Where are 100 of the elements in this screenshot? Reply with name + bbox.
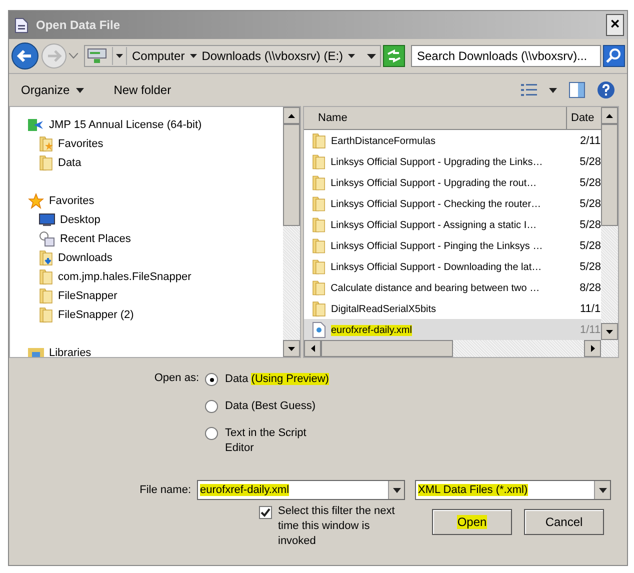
file-row[interactable]: Linksys Official Support - Pinging the Linksys … 5/28 <box>304 235 601 256</box>
radio-button[interactable] <box>205 373 218 386</box>
folder-icon <box>312 300 326 316</box>
file-date: 5/28 <box>578 218 601 230</box>
file-date: 8/28 <box>578 282 601 294</box>
back-icon[interactable] <box>11 42 39 70</box>
star-icon <box>28 192 44 208</box>
file-row[interactable]: Linksys Official Support - Upgrading the rout… 5/28 <box>304 172 601 193</box>
sidebar-item[interactable]: com.jmp.hales.FileSnapper <box>28 267 283 286</box>
file-row[interactable]: Linksys Official Support - Assigning a static I… 5/28 <box>304 214 601 235</box>
radio-button[interactable] <box>205 427 218 440</box>
file-name: Linksys Official Support - Upgrading the rout… <box>330 178 537 188</box>
column-header[interactable]: Date <box>567 107 601 129</box>
window-title: Open Data File <box>36 18 122 32</box>
document-icon <box>15 18 28 32</box>
file-name: Linksys Official Support - Assigning a static I… <box>330 220 537 230</box>
search-button[interactable] <box>603 45 625 67</box>
breadcrumb[interactable]: Downloads (\\vboxsrv) (E:) <box>202 49 344 63</box>
file-row[interactable]: Linksys Official Support - Upgrading the Links… 5/28 <box>304 151 601 172</box>
refresh-icon[interactable] <box>383 45 405 67</box>
scroll-down-icon[interactable] <box>606 330 613 334</box>
sidebar-item[interactable]: Desktop <box>28 210 283 229</box>
caret-icon[interactable] <box>598 488 606 492</box>
caret-icon[interactable] <box>367 54 376 58</box>
sidebar-item[interactable]: FileSnapper (2) <box>28 305 283 324</box>
caret-icon[interactable] <box>348 54 356 58</box>
new-folder-button[interactable]: New folder <box>112 81 174 99</box>
history-caret-icon[interactable] <box>69 53 78 59</box>
cancel-button[interactable]: Cancel <box>524 509 604 535</box>
open-button[interactable]: Open <box>432 509 512 535</box>
file-row[interactable]: Linksys Official Support - Checking the router… 5/28 <box>304 193 601 214</box>
sidebar-item[interactable]: Downloads <box>28 248 283 267</box>
address-field[interactable]: Computer Downloads (\\vboxsrv) (E:) <box>84 45 381 67</box>
help-icon[interactable] <box>597 81 615 99</box>
file-date: 5/28 <box>578 198 601 210</box>
file-name-label: File name: <box>138 484 191 496</box>
file-name: Linksys Official Support - Downloading the lat… <box>330 262 542 272</box>
sidebar-item[interactable]: Favorites <box>28 191 283 210</box>
computer-icon <box>87 48 107 64</box>
file-row[interactable]: eurofxref-daily.xml 1/11 <box>304 319 601 340</box>
sidebar-item[interactable]: Data <box>28 153 283 172</box>
scrollbar[interactable] <box>283 107 300 357</box>
file-name-field[interactable]: eurofxref-daily.xml <box>197 480 405 500</box>
scroll-down-icon[interactable] <box>288 346 295 350</box>
scroll-left-icon[interactable] <box>310 345 314 352</box>
caret-icon[interactable] <box>190 54 197 58</box>
xml-file-icon <box>312 322 326 338</box>
preview-pane-icon[interactable] <box>569 82 585 98</box>
file-type-dropdown[interactable]: XML Data Files (*.xml) <box>415 480 611 500</box>
close-button[interactable]: × <box>606 14 624 36</box>
folder-icon <box>312 258 326 274</box>
folder-icon <box>39 154 53 170</box>
option-label: Data (Using Preview) <box>225 372 329 387</box>
option-label: Text in the Script Editor <box>225 426 308 456</box>
scroll-right-icon[interactable] <box>590 345 594 352</box>
sidebar-item[interactable]: Favorites <box>28 134 283 153</box>
breadcrumb[interactable]: Computer <box>132 49 185 63</box>
sidebar-item[interactable]: Recent Places <box>28 229 283 248</box>
file-date: 1/11 <box>579 324 601 336</box>
folder-icon <box>312 154 326 170</box>
caret-icon[interactable] <box>392 488 400 492</box>
file-row[interactable]: Linksys Official Support - Downloading the lat… 5/28 <box>304 256 601 277</box>
file-row[interactable]: Calculate distance and bearing between two … 8/28 <box>304 277 601 298</box>
file-name: EarthDistanceFormulas <box>331 136 436 146</box>
file-date: 5/28 <box>578 176 601 188</box>
file-row[interactable]: DigitalReadSerialX5bits 11/1 <box>304 298 601 319</box>
radio-button[interactable] <box>205 400 218 413</box>
file-name: eurofxref-daily.xml <box>331 324 412 336</box>
folder-icon <box>312 132 326 148</box>
sidebar-item[interactable]: JMP 15 Annual License (64-bit) <box>28 115 283 134</box>
horizontal-scrollbar[interactable] <box>304 340 618 357</box>
file-name: Linksys Official Support - Checking the router… <box>330 198 542 210</box>
scrollbar[interactable] <box>601 107 618 340</box>
checkbox[interactable] <box>259 506 272 519</box>
app-icon <box>28 118 44 132</box>
caret-icon[interactable] <box>112 47 127 65</box>
file-name: DigitalReadSerialX5bits <box>331 304 436 314</box>
file-date: 5/28 <box>578 240 601 252</box>
star-folder-icon <box>39 136 53 152</box>
folder-icon <box>39 268 53 284</box>
download-folder-icon <box>39 250 53 266</box>
sidebar-item[interactable]: FileSnapper <box>28 286 283 305</box>
file-row[interactable]: EarthDistanceFormulas 2/11 <box>304 130 601 151</box>
search-field[interactable]: Search Downloads (\\vboxsrv)... <box>411 45 601 67</box>
sidebar-item[interactable]: Libraries <box>28 343 283 357</box>
folder-icon <box>312 216 326 232</box>
file-date: 2/11 <box>579 134 601 146</box>
caret-icon[interactable] <box>549 88 557 92</box>
file-date: 5/28 <box>578 156 601 168</box>
organize-button[interactable]: Organize <box>19 81 86 99</box>
file-name: Linksys Official Support - Upgrading the Links… <box>330 156 543 168</box>
scroll-up-icon[interactable] <box>288 114 295 118</box>
folder-icon <box>39 288 53 304</box>
monitor-icon <box>39 212 55 226</box>
scroll-up-icon[interactable] <box>606 114 613 118</box>
column-header[interactable]: Name <box>304 107 567 129</box>
list-view-icon[interactable] <box>521 83 537 97</box>
recent-places-icon <box>39 230 55 246</box>
file-date: 5/28 <box>578 260 601 272</box>
file-name: Calculate distance and bearing between two … <box>330 282 540 294</box>
